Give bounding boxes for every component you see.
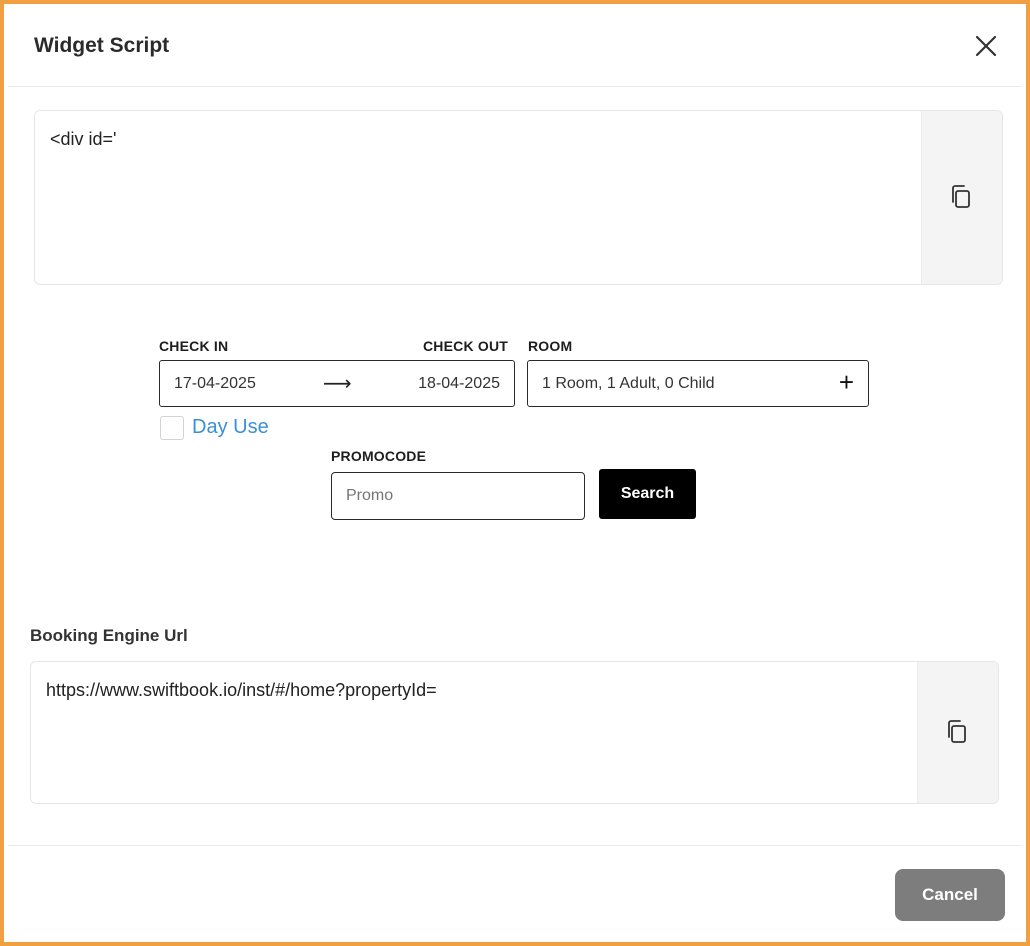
widget-script-box[interactable]: <div id=' <box>34 110 1003 285</box>
copy-column <box>917 662 998 803</box>
close-icon[interactable] <box>972 32 1000 60</box>
room-label: ROOM <box>528 338 573 354</box>
promocode-input[interactable] <box>331 472 585 520</box>
widget-script-code: <div id=' <box>50 129 117 149</box>
booking-url-text: https://www.swiftbook.io/inst/#/home?pro… <box>46 680 437 700</box>
dialog-header: Widget Script <box>8 8 1022 87</box>
footer-divider <box>8 845 1022 846</box>
copy-icon[interactable] <box>944 718 970 746</box>
check-out-label: CHECK OUT <box>423 338 509 354</box>
day-use-label[interactable]: Day Use <box>192 416 269 439</box>
room-selection-value: 1 Room, 1 Adult, 0 Child <box>542 375 715 392</box>
check-out-date: 18-04-2025 <box>418 375 500 392</box>
widget-script-dialog: Widget Script <div id=' CHECK IN CHECK O… <box>0 0 1030 946</box>
copy-icon[interactable] <box>948 183 974 211</box>
arrow-right-icon: ⟶ <box>323 373 352 395</box>
copy-column <box>921 111 1002 284</box>
promocode-label: PROMOCODE <box>331 448 427 464</box>
check-in-label: CHECK IN <box>159 338 229 354</box>
day-use-checkbox[interactable] <box>160 416 184 440</box>
check-in-date: 17-04-2025 <box>174 375 256 392</box>
plus-icon[interactable]: + <box>839 369 854 395</box>
dialog-title: Widget Script <box>34 34 170 57</box>
search-button[interactable]: Search <box>599 469 696 519</box>
cancel-button[interactable]: Cancel <box>895 869 1005 921</box>
date-range-picker[interactable]: 17-04-2025 ⟶ 18-04-2025 <box>159 360 515 407</box>
booking-engine-url-label: Booking Engine Url <box>30 626 188 645</box>
room-selector[interactable]: 1 Room, 1 Adult, 0 Child + <box>527 360 869 407</box>
booking-url-box[interactable]: https://www.swiftbook.io/inst/#/home?pro… <box>30 661 999 804</box>
